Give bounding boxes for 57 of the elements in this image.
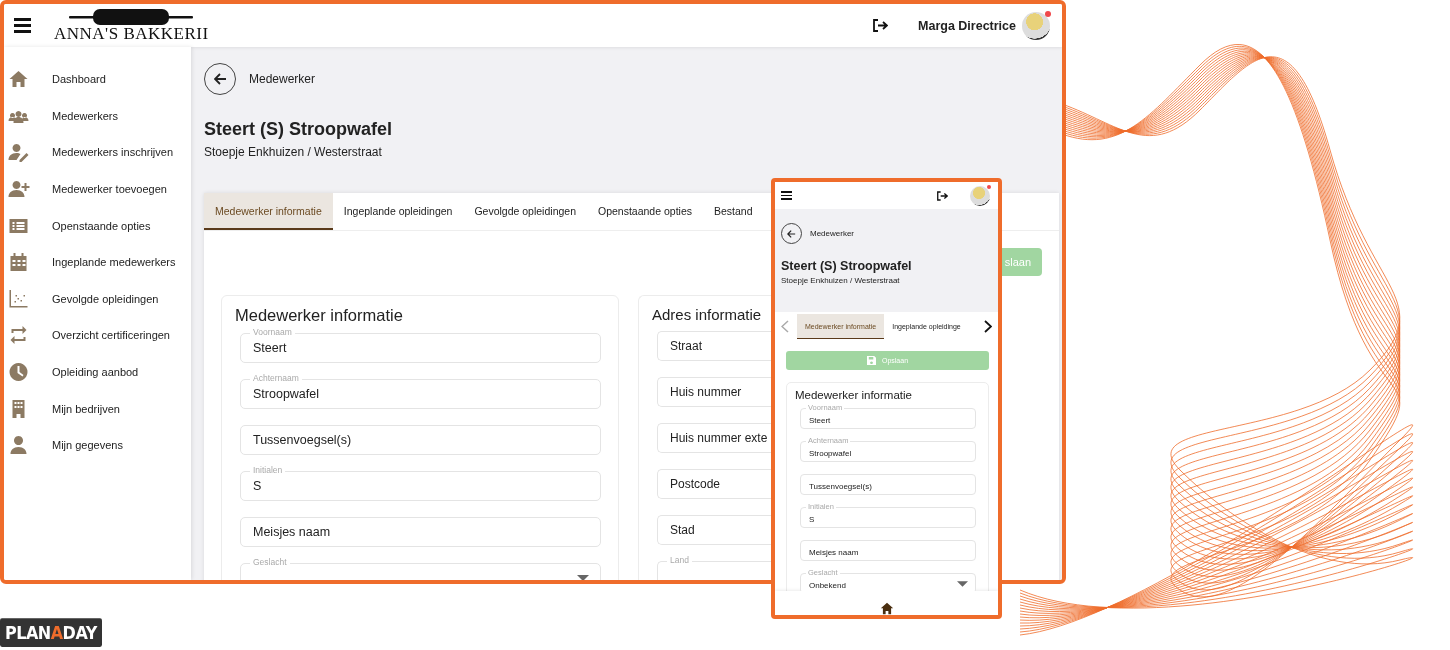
- page-subtitle: Stoepje Enkhuizen / Westerstraat: [204, 145, 383, 159]
- input-field[interactable]: Stad: [657, 515, 772, 545]
- field-label: Achternaam: [250, 374, 302, 383]
- input-field[interactable]: Postcode: [657, 469, 772, 499]
- user-name: Marga Directrice: [918, 18, 1016, 33]
- arrow-left-icon: [787, 229, 796, 238]
- sidebar-item[interactable]: Overzicht certificeringen: [4, 317, 191, 354]
- caret-icon: [577, 575, 589, 580]
- clock-icon: [8, 362, 30, 383]
- input-field[interactable]: Tussenvoegsel(s): [240, 425, 601, 455]
- input-field[interactable]: Meisjes naam: [240, 517, 601, 547]
- input-field[interactable]: Huis nummer: [657, 377, 772, 407]
- brand-name: ANNA'S BAKKERII: [54, 25, 209, 44]
- sidebar-item[interactable]: Openstaande opties: [4, 207, 191, 244]
- sidebar-item[interactable]: Mijn bedrijven: [4, 390, 191, 427]
- person-plus-icon: [8, 179, 30, 200]
- person-pencil-icon: [8, 142, 30, 163]
- page-title: Steert (S) Stroopwafel: [781, 259, 913, 273]
- field-label: Initialen: [250, 466, 286, 475]
- page-subtitle: Stoepje Enkhuizen / Westerstraat: [781, 276, 901, 285]
- avatar-photo[interactable]: [970, 185, 990, 206]
- field-label: Land: [667, 556, 692, 565]
- input-field[interactable]: Meisjes naam: [800, 540, 976, 561]
- save-icon: [866, 356, 876, 365]
- rolling-pin-icon: [69, 9, 194, 26]
- section-title: Medewerker informatie: [235, 306, 404, 325]
- arrow-left-icon: [213, 73, 227, 85]
- scatter-chart-icon: [8, 288, 30, 309]
- sidebar-item[interactable]: Opleiding aanbod: [4, 353, 191, 391]
- sidebar-item[interactable]: Gevolgde opleidingen: [4, 280, 191, 318]
- input-field[interactable]: Tussenvoegsel(s): [800, 474, 976, 495]
- sidebar-item[interactable]: Ingeplande medewerkers: [4, 243, 191, 281]
- sidebar-item[interactable]: Dashboard: [4, 61, 191, 98]
- logout-icon[interactable]: [937, 190, 948, 201]
- input-field[interactable]: Straat: [657, 331, 772, 361]
- menu-icon[interactable]: [781, 190, 792, 201]
- field-label: Voornaam: [250, 328, 295, 337]
- logout-icon[interactable]: [873, 19, 889, 32]
- chevron-right-icon[interactable]: [984, 320, 992, 333]
- home-icon[interactable]: [879, 602, 894, 615]
- sidebar-item[interactable]: Medewerker toevoegen: [4, 170, 191, 208]
- home-icon: [8, 69, 30, 90]
- sidebar-item[interactable]: Medewerkers inschrijven: [4, 134, 191, 171]
- menu-icon[interactable]: [14, 18, 31, 33]
- brand-logo: PLANADAY: [0, 618, 102, 647]
- calendar-icon: [8, 252, 30, 273]
- breadcrumb-label: Medewerker: [810, 229, 854, 238]
- tab[interactable]: Medewerker informatie: [204, 193, 333, 230]
- input-field[interactable]: Huis nummer exte: [657, 423, 772, 453]
- field-label: Geslacht: [250, 558, 290, 567]
- section-title: Medewerker informatie: [795, 389, 913, 401]
- section-title: Adres informatie: [652, 306, 763, 323]
- sidebar-item[interactable]: Mijn gegevens: [4, 426, 191, 464]
- breadcrumb-label: Medewerker: [249, 72, 316, 86]
- page-title: Steert (S) Stroopwafel: [204, 119, 394, 140]
- avatar-photo[interactable]: [1022, 11, 1050, 40]
- sidebar-item[interactable]: Medewerkers: [4, 97, 191, 135]
